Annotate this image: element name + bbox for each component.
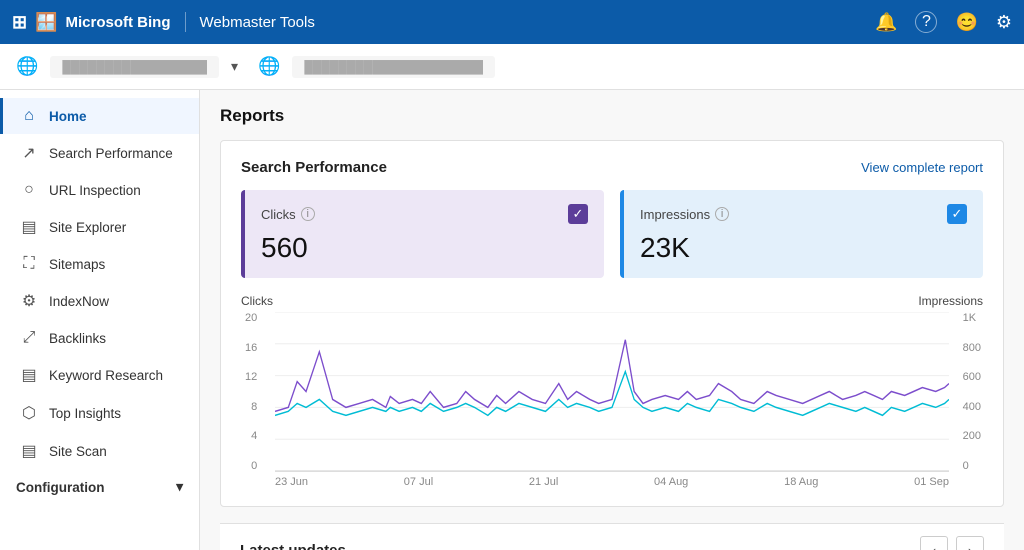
chart-y-left-label: Clicks bbox=[241, 294, 273, 308]
x-label-3: 21 Jul bbox=[529, 476, 558, 488]
sitemaps-icon: ⛶ bbox=[19, 255, 39, 273]
sidebar-label-home: Home bbox=[49, 109, 87, 124]
configuration-chevron-icon: ▾ bbox=[176, 479, 183, 495]
home-icon: ⌂ bbox=[19, 107, 39, 125]
apps-icon[interactable]: ⊞ bbox=[12, 12, 27, 33]
keyword-research-icon: ▤ bbox=[19, 365, 39, 385]
bell-icon[interactable]: 🔔 bbox=[875, 12, 897, 33]
chart-x-labels: 23 Jun 07 Jul 21 Jul 04 Aug 18 Aug 01 Se… bbox=[275, 472, 949, 488]
help-icon[interactable]: ? bbox=[915, 11, 937, 33]
main-layout: ⌂ Home ↗ Search Performance ○ URL Inspec… bbox=[0, 90, 1024, 550]
prev-arrow-button[interactable]: ‹ bbox=[920, 536, 948, 550]
sidebar-item-site-scan[interactable]: ▤ Site Scan bbox=[0, 432, 199, 470]
x-label-6: 01 Sep bbox=[914, 476, 949, 488]
sidebar-section-configuration[interactable]: Configuration ▾ bbox=[0, 470, 199, 504]
impressions-box-top: Impressions i ✓ bbox=[640, 204, 967, 224]
card-title: Search Performance bbox=[241, 159, 387, 176]
sidebar-item-sitemaps[interactable]: ⛶ Sitemaps bbox=[0, 246, 199, 282]
impressions-checkbox[interactable]: ✓ bbox=[947, 204, 967, 224]
top-nav-logo[interactable]: ⊞ 🪟 Microsoft Bing bbox=[12, 12, 171, 33]
top-nav: ⊞ 🪟 Microsoft Bing Webmaster Tools 🔔 ? 😊… bbox=[0, 0, 1024, 44]
globe-icon-2: 🌐 bbox=[258, 56, 280, 77]
impressions-value: 23K bbox=[640, 232, 967, 264]
sidebar-item-indexnow[interactable]: ⚙ IndexNow bbox=[0, 282, 199, 320]
dropdown-arrow-icon[interactable]: ▾ bbox=[231, 58, 238, 75]
site-scan-icon: ▤ bbox=[19, 441, 39, 461]
sidebar-item-backlinks[interactable]: ⤢ Backlinks bbox=[0, 320, 199, 356]
top-nav-right: 🔔 ? 😊 ⚙ bbox=[875, 11, 1012, 33]
chart-y-right-label: Impressions bbox=[918, 294, 983, 308]
search-performance-card: Search Performance View complete report … bbox=[220, 140, 1004, 507]
impressions-label: Impressions i bbox=[640, 207, 729, 222]
x-label-4: 04 Aug bbox=[654, 476, 688, 488]
sidebar-label-sitemaps: Sitemaps bbox=[49, 257, 105, 272]
x-label-5: 18 Aug bbox=[784, 476, 818, 488]
x-label-2: 07 Jul bbox=[404, 476, 433, 488]
latest-updates-title: Latest updates bbox=[240, 542, 346, 550]
page-url-display: █████████████████████ bbox=[292, 56, 495, 78]
clicks-box-top: Clicks i ✓ bbox=[261, 204, 588, 224]
sidebar-item-url-inspection[interactable]: ○ URL Inspection bbox=[0, 172, 199, 208]
card-header: Search Performance View complete report bbox=[241, 159, 983, 176]
clicks-label: Clicks i bbox=[261, 207, 315, 222]
clicks-checkbox[interactable]: ✓ bbox=[568, 204, 588, 224]
sidebar-label-url-inspection: URL Inspection bbox=[49, 183, 141, 198]
nav-arrows: ‹ › bbox=[920, 536, 984, 550]
insights-icon: ⬡ bbox=[19, 403, 39, 423]
globe-icon-subnav: 🌐 bbox=[16, 56, 38, 77]
x-label-1: 23 Jun bbox=[275, 476, 308, 488]
impressions-info-icon[interactable]: i bbox=[715, 207, 729, 221]
chart-area bbox=[275, 312, 949, 472]
clicks-value: 560 bbox=[261, 232, 588, 264]
sidebar-item-home[interactable]: ⌂ Home bbox=[0, 98, 199, 134]
clicks-info-icon[interactable]: i bbox=[301, 207, 315, 221]
sidebar-label-backlinks: Backlinks bbox=[49, 331, 106, 346]
next-arrow-button[interactable]: › bbox=[956, 536, 984, 550]
chart-svg bbox=[275, 312, 949, 471]
latest-updates-section: Latest updates ‹ › bbox=[220, 523, 1004, 550]
reports-title: Reports bbox=[220, 106, 1004, 126]
chart-wrapper: 20 16 12 8 4 0 bbox=[275, 312, 949, 472]
sidebar-label-indexnow: IndexNow bbox=[49, 294, 109, 309]
stat-boxes: Clicks i ✓ 560 Impressions i ✓ bbox=[241, 190, 983, 278]
sidebar-label-search-performance: Search Performance bbox=[49, 146, 173, 161]
sidebar-item-top-insights[interactable]: ⬡ Top Insights bbox=[0, 394, 199, 432]
configuration-label: Configuration bbox=[16, 480, 104, 495]
main-content: Reports Search Performance View complete… bbox=[200, 90, 1024, 550]
site-explorer-icon: ▤ bbox=[19, 217, 39, 237]
clicks-stat-box: Clicks i ✓ 560 bbox=[241, 190, 604, 278]
sidebar-item-keyword-research[interactable]: ▤ Keyword Research bbox=[0, 356, 199, 394]
view-complete-report-link[interactable]: View complete report bbox=[861, 160, 983, 175]
nav-title: Webmaster Tools bbox=[200, 14, 315, 31]
chart-labels-top: Clicks Impressions bbox=[241, 294, 983, 308]
indexnow-icon: ⚙ bbox=[19, 291, 39, 311]
sidebar-label-top-insights: Top Insights bbox=[49, 406, 121, 421]
user-icon[interactable]: 😊 bbox=[955, 12, 977, 33]
chart-y-axis-right: 1K 800 600 400 200 0 bbox=[963, 312, 981, 472]
sidebar-item-site-explorer[interactable]: ▤ Site Explorer bbox=[0, 208, 199, 246]
chart-y-axis-left: 20 16 12 8 4 0 bbox=[245, 312, 257, 472]
sidebar: ⌂ Home ↗ Search Performance ○ URL Inspec… bbox=[0, 90, 200, 550]
settings-icon[interactable]: ⚙ bbox=[996, 12, 1012, 33]
sidebar-label-site-explorer: Site Explorer bbox=[49, 220, 126, 235]
backlinks-icon: ⤢ bbox=[19, 329, 39, 347]
sidebar-label-site-scan: Site Scan bbox=[49, 444, 107, 459]
nav-divider bbox=[185, 12, 186, 32]
impressions-line bbox=[275, 372, 949, 416]
sidebar-label-keyword-research: Keyword Research bbox=[49, 368, 163, 383]
url-inspection-icon: ○ bbox=[19, 181, 39, 199]
logo-text: Microsoft Bing bbox=[66, 14, 171, 31]
chart-container: Clicks Impressions 20 16 12 8 4 0 bbox=[241, 294, 983, 488]
impressions-stat-box: Impressions i ✓ 23K bbox=[620, 190, 983, 278]
site-url-display: █████████████████ bbox=[50, 56, 219, 78]
sub-nav: 🌐 █████████████████ ▾ 🌐 ████████████████… bbox=[0, 44, 1024, 90]
sidebar-item-search-performance[interactable]: ↗ Search Performance bbox=[0, 134, 199, 172]
search-perf-icon: ↗ bbox=[19, 143, 39, 163]
